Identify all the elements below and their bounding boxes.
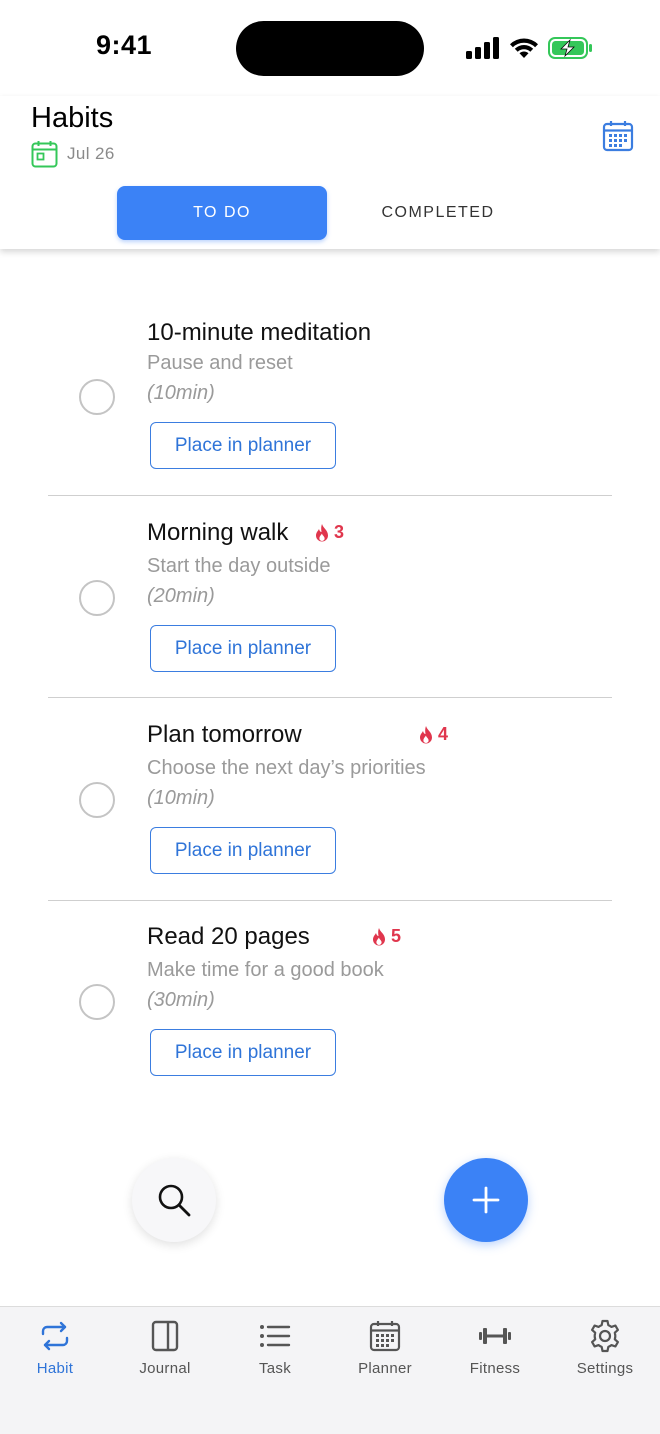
place-in-planner-button[interactable]: Place in planner — [150, 625, 336, 672]
habit-item: 10-minute meditation Pause and reset (10… — [0, 298, 660, 500]
habit-item: Morning walk 3 Start the day outside (20… — [0, 498, 660, 700]
streak-count: 5 — [391, 926, 402, 946]
journal-icon — [148, 1319, 182, 1353]
nav-settings[interactable]: Settings — [550, 1307, 660, 1387]
battery-charging-icon — [548, 37, 592, 59]
nav-label: Fitness — [469, 1360, 521, 1377]
dynamic-island — [236, 21, 424, 76]
nav-label: Habit — [36, 1360, 74, 1377]
repeat-icon — [38, 1319, 72, 1353]
list-icon — [258, 1319, 292, 1353]
habit-title: 10-minute meditation — [147, 319, 372, 346]
complete-checkbox[interactable] — [79, 782, 115, 818]
flame-icon — [420, 725, 432, 743]
habit-item: Plan tomorrow 4 Choose the next day’s pr… — [0, 700, 660, 902]
plus-icon — [472, 1186, 500, 1214]
streak-count: 3 — [334, 522, 345, 542]
habit-title-row: 10-minute meditation — [147, 319, 371, 347]
cellular-signal-icon — [466, 37, 499, 59]
habit-duration: (10min) — [147, 382, 215, 404]
habit-description: Start the day outside — [147, 555, 331, 577]
habit-description: Pause and reset — [147, 352, 293, 374]
nav-label: Journal — [139, 1360, 191, 1377]
habit-title: Morning walk — [147, 519, 289, 546]
habit-description: Make time for a good book — [147, 959, 384, 981]
calendar-icon — [602, 121, 634, 152]
divider — [48, 697, 612, 698]
place-in-planner-button[interactable]: Place in planner — [150, 1029, 336, 1076]
place-in-planner-button[interactable]: Place in planner — [150, 827, 336, 874]
habit-title-row: Plan tomorrow — [147, 721, 302, 749]
calendar-icon — [368, 1319, 402, 1353]
calendar-button[interactable] — [600, 118, 636, 154]
gear-icon — [588, 1319, 622, 1353]
streak-count: 4 — [438, 724, 449, 744]
search-button[interactable] — [132, 1158, 216, 1242]
current-date: Jul 26 — [67, 144, 115, 163]
flame-icon — [373, 927, 385, 945]
habit-duration: (20min) — [147, 585, 215, 607]
complete-checkbox[interactable] — [79, 984, 115, 1020]
flame-icon — [316, 523, 328, 541]
streak-badge: 4 — [419, 724, 448, 745]
streak-badge: 5 — [372, 926, 401, 947]
divider — [48, 495, 612, 496]
place-in-planner-button[interactable]: Place in planner — [150, 422, 336, 469]
nav-label: Settings — [576, 1360, 634, 1377]
nav-label: Task — [258, 1360, 292, 1377]
habit-duration: (30min) — [147, 989, 215, 1011]
tab-to-do[interactable]: TO DO — [117, 186, 327, 240]
status-bar: 9:41 — [0, 0, 660, 96]
nav-label: Planner — [358, 1360, 412, 1377]
divider — [48, 900, 612, 901]
wifi-icon — [510, 38, 538, 58]
nav-fitness[interactable]: Fitness — [440, 1307, 550, 1387]
habit-title-row: Read 20 pages — [147, 923, 310, 951]
date-row: Jul 26 — [31, 140, 115, 168]
habit-item: Read 20 pages 5 Make time for a good boo… — [0, 902, 660, 1104]
calendar-day-icon — [31, 141, 58, 168]
habit-title-row: Morning walk — [147, 519, 288, 547]
nav-journal[interactable]: Journal — [110, 1307, 220, 1387]
app-header: Habits Jul 26 TO DO COMPLETED — [0, 96, 660, 249]
add-habit-button[interactable] — [444, 1158, 528, 1242]
streak-badge: 3 — [315, 522, 344, 543]
search-icon — [158, 1184, 191, 1217]
habit-title: Read 20 pages — [147, 923, 310, 950]
nav-task[interactable]: Task — [220, 1307, 330, 1387]
complete-checkbox[interactable] — [79, 379, 115, 415]
habit-duration: (10min) — [147, 787, 215, 809]
bottom-nav: Habit Journal Task Planner Fitness Setti… — [0, 1306, 660, 1434]
page-title: Habits — [31, 102, 114, 134]
tab-completed[interactable]: COMPLETED — [333, 186, 543, 240]
complete-checkbox[interactable] — [79, 580, 115, 616]
habit-description: Choose the next day’s priorities — [147, 757, 426, 779]
status-icons — [466, 34, 594, 62]
nav-habit[interactable]: Habit — [0, 1307, 110, 1387]
nav-planner[interactable]: Planner — [330, 1307, 440, 1387]
tab-bar: TO DO COMPLETED — [117, 186, 543, 240]
dumbbell-icon — [478, 1319, 512, 1353]
status-time: 9:41 — [96, 30, 153, 60]
habit-title: Plan tomorrow — [147, 721, 302, 748]
